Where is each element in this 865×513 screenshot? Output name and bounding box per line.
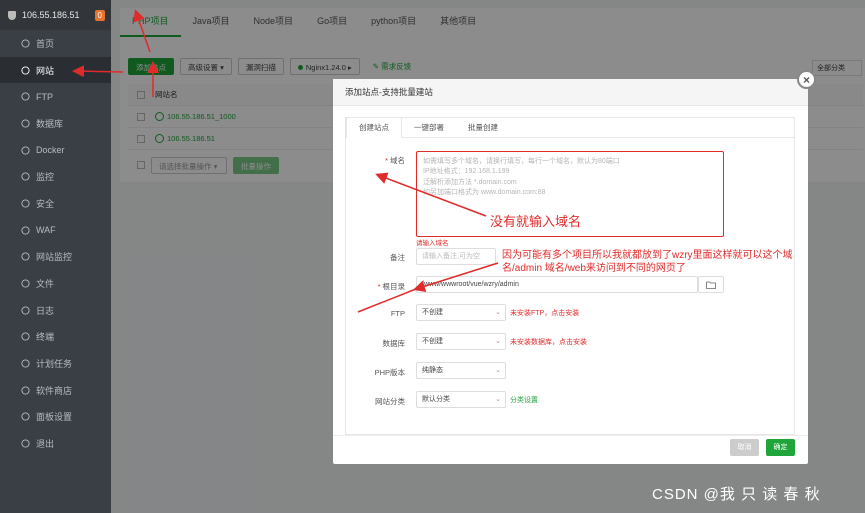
sidebar: 106.55.186.51 0 首页网站 FTP 数据库 Docker 监控安全 WAF 网…: [0, 0, 111, 513]
home-icon: [20, 38, 30, 48]
sidebar-item-label: WAF: [36, 225, 56, 236]
root-label-text: 根目录: [382, 282, 406, 291]
site-category-select[interactable]: 默认分类 ⌄: [416, 391, 506, 408]
annotation-root-note: 因为可能有多个项目所以我就都放到了wzry里面这样就可以这个域名/admin 域…: [502, 250, 793, 274]
domain-placeholder-line: 泛解析添加方法 *.domain.com: [423, 178, 517, 186]
sidebar-item-3[interactable]: 数据库: [0, 110, 111, 137]
sidebar-item-6[interactable]: 安全: [0, 190, 111, 217]
sidebar-item-5[interactable]: 监控: [0, 163, 111, 190]
notification-badge[interactable]: 0: [94, 9, 105, 21]
docker-icon: [20, 145, 30, 155]
root-dir-input[interactable]: /www/wwwroot/vue/wzry/admin: [416, 276, 698, 293]
chevron-down-icon: ⌄: [495, 396, 501, 403]
ftp-icon: [20, 92, 30, 102]
php-version-select[interactable]: 纯静态 ⌄: [416, 362, 506, 379]
domain-label-text: 域名: [390, 156, 405, 165]
folder-picker-button[interactable]: [698, 276, 724, 293]
globe-icon: [20, 65, 30, 75]
monitor-icon: [20, 172, 30, 182]
sidebar-item-4[interactable]: Docker: [0, 137, 111, 164]
server-icon: [8, 10, 16, 20]
sidebar-item-2[interactable]: FTP: [0, 83, 111, 110]
sidebar-item-label: 监控: [36, 172, 55, 183]
sidebar-item-label: 首页: [36, 38, 55, 49]
sidebar-item-7[interactable]: WAF: [0, 217, 111, 244]
store-icon: [20, 385, 30, 395]
clock-icon: [20, 359, 30, 369]
ftp-select-value: 不创建: [422, 309, 443, 316]
sidebar-item-label: 文件: [36, 279, 55, 290]
server-header: 106.55.186.51 0: [0, 0, 111, 30]
sidebar-item-1[interactable]: 网站: [0, 56, 111, 84]
terminal-icon: [20, 332, 30, 342]
logout-icon: [20, 439, 30, 449]
sidebar-item-label: 计划任务: [36, 359, 73, 370]
php-version-value: 纯静态: [422, 367, 443, 374]
chevron-down-icon: ⌄: [495, 309, 501, 316]
annotation-domain-note: 没有就输入域名: [490, 214, 582, 229]
sidebar-item-label: 网站: [36, 65, 55, 76]
log-icon: [20, 305, 30, 315]
folder-icon: [706, 281, 716, 289]
chevron-down-icon: ⌄: [495, 338, 501, 345]
sidebar-item-0[interactable]: 首页: [0, 30, 111, 57]
php-version-label: PHP版本: [374, 368, 405, 377]
sidebar-item-12[interactable]: 计划任务: [0, 350, 111, 377]
waf-icon: [20, 225, 30, 235]
ftp-select[interactable]: 不创建 ⌄: [416, 304, 506, 321]
database-label: 数据库: [382, 339, 406, 348]
sidebar-item-14[interactable]: 面板设置: [0, 404, 111, 431]
sidebar-item-10[interactable]: 日志: [0, 297, 111, 324]
sidebar-item-label: 网站监控: [36, 252, 73, 263]
sidebar-item-label: FTP: [36, 91, 53, 102]
gear-icon: [20, 412, 30, 422]
ftp-label: FTP: [390, 309, 405, 318]
sidebar-item-label: 数据库: [36, 118, 64, 129]
folder-icon: [20, 279, 30, 289]
database-icon: [20, 118, 30, 128]
domain-error: 请输入域名: [416, 240, 449, 247]
category-settings-link[interactable]: 分类设置: [510, 395, 538, 405]
database-select[interactable]: 不创建 ⌄: [416, 333, 506, 350]
sidebar-item-8[interactable]: 网站监控: [0, 244, 111, 271]
confirm-button[interactable]: 确定: [766, 439, 795, 456]
domain-placeholder-line: IP地址格式：192.168.1.199: [423, 168, 510, 176]
sidebar-item-11[interactable]: 终端: [0, 324, 111, 351]
sidebar-item-label: 退出: [36, 439, 55, 450]
domain-placeholder-line: 如需填写多个域名，请换行填写，每行一个域名，默认为80端口: [423, 158, 620, 165]
sidebar-item-label: Docker: [36, 145, 65, 156]
remark-label: 备注: [390, 253, 405, 262]
site-category-label: 网站分类: [375, 397, 405, 406]
shield-icon: [20, 198, 30, 208]
sidebar-item-13[interactable]: 软件商店: [0, 377, 111, 404]
chevron-down-icon: ⌄: [495, 367, 501, 374]
sidebar-item-label: 日志: [36, 305, 55, 316]
domain-label: * 域名: [385, 156, 405, 165]
ftp-install-link[interactable]: 未安装FTP，点击安装: [510, 308, 579, 318]
server-ip: 106.55.186.51: [22, 10, 80, 20]
site-category-value: 默认分类: [422, 396, 450, 403]
watermark: CSDN @我 只 读 春 秋: [652, 486, 821, 503]
root-label: * 根目录: [377, 282, 406, 291]
sidebar-item-15[interactable]: 退出: [0, 430, 111, 457]
remark-input[interactable]: 请输入备注,可为空: [416, 248, 496, 265]
close-icon[interactable]: ×: [797, 70, 816, 89]
sidebar-item-label: 软件商店: [36, 385, 73, 396]
domain-placeholder-line: 如另加端口格式为 www.domain.com:88: [423, 188, 546, 196]
sidebar-item-label: 安全: [36, 198, 55, 209]
sidebar-item-label: 终端: [36, 332, 55, 343]
sidebar-item-label: 面板设置: [36, 412, 73, 423]
site-monitor-icon: [20, 252, 30, 262]
database-select-value: 不创建: [422, 338, 443, 345]
database-install-link[interactable]: 未安装数据库，点击安装: [510, 337, 587, 347]
sidebar-item-9[interactable]: 文件: [0, 270, 111, 297]
cancel-button[interactable]: 取消: [730, 439, 759, 456]
